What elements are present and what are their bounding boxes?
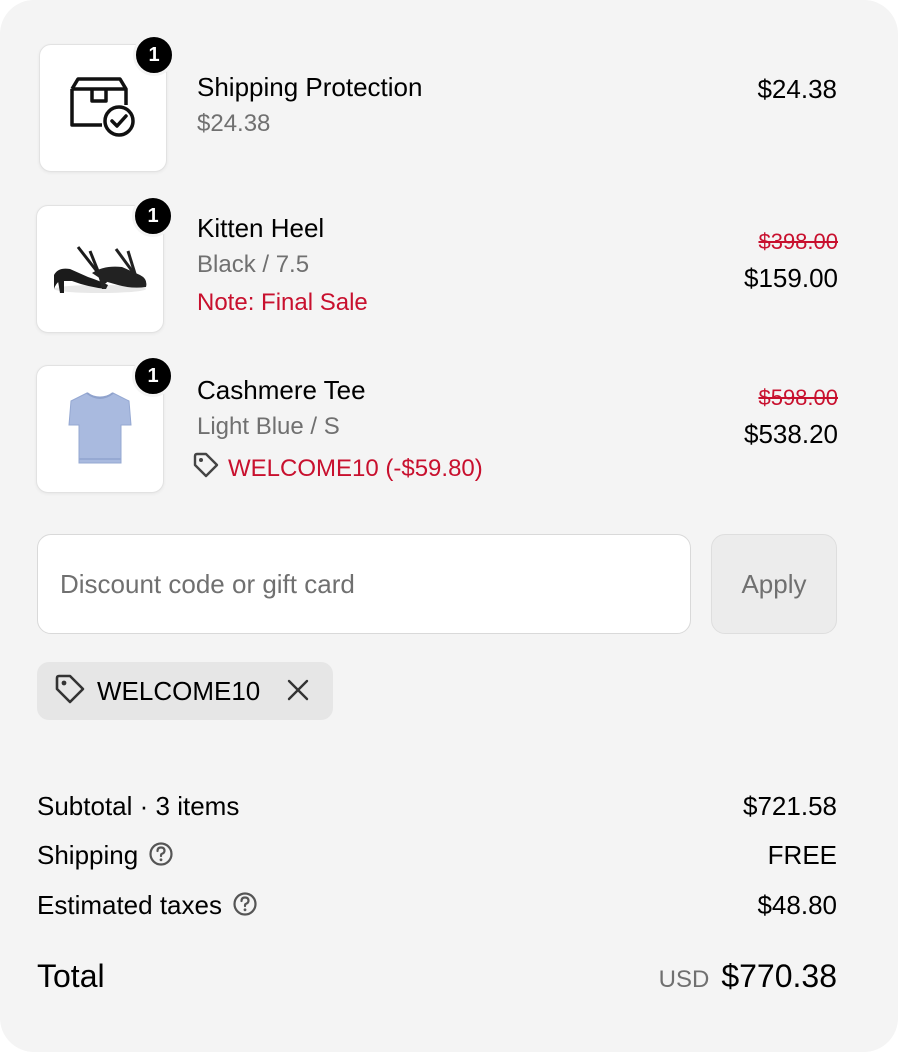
- total-label: Total: [37, 958, 105, 994]
- help-circle-icon: [148, 841, 174, 870]
- item-title: Cashmere Tee: [197, 375, 366, 405]
- item-subtitle: Black / 7.5: [197, 251, 310, 278]
- total-amount-group: USD $770.38: [659, 958, 837, 995]
- remove-discount-button[interactable]: [284, 677, 312, 705]
- quantity-badge: 1: [132, 195, 174, 237]
- shipping-label-group: Shipping: [37, 840, 174, 871]
- shipping-value: FREE: [767, 840, 837, 870]
- subtotal-value: $721.58: [743, 791, 837, 821]
- light-blue-tee-image: [65, 389, 135, 470]
- item-title: Kitten Heel: [197, 213, 325, 243]
- applied-discount-code: WELCOME10: [97, 675, 261, 706]
- total-value: $770.38: [721, 958, 837, 994]
- help-circle-icon: [232, 891, 258, 920]
- item-discount-line: WELCOME10 (-$59.80): [192, 451, 483, 486]
- discount-code-input[interactable]: [37, 534, 691, 634]
- taxes-label: Estimated taxes: [37, 890, 222, 920]
- quantity-badge: 1: [133, 34, 175, 76]
- final-sale-note: Note: Final Sale: [197, 289, 368, 316]
- tag-icon: [192, 451, 220, 486]
- taxes-label-group: Estimated taxes: [37, 890, 258, 921]
- shipping-label: Shipping: [37, 840, 139, 870]
- heel-sandal-image: [48, 237, 152, 302]
- item-price: $159.00: [744, 263, 838, 293]
- shipping-row: Shipping FREE: [37, 840, 837, 876]
- order-summary-panel: 1 Shipping Protection $24.38 $24.38 1 Ki…: [0, 0, 898, 1052]
- shipping-help-button[interactable]: [148, 841, 174, 870]
- tag-icon: [53, 672, 87, 711]
- taxes-row: Estimated taxes $48.80: [37, 890, 837, 926]
- subtotal-label: Subtotal · 3 items: [37, 791, 240, 821]
- item-price: $24.38: [757, 74, 837, 104]
- total-currency: USD: [658, 966, 710, 993]
- item-original-price: $398.00: [758, 229, 838, 254]
- apply-discount-button[interactable]: Apply: [711, 534, 837, 634]
- line-item-shipping-protection: 1 Shipping Protection $24.38 $24.38: [36, 34, 842, 172]
- line-item-kitten-heel: 1 Kitten Heel Black / 7.5 Note: Final Sa…: [36, 195, 842, 333]
- taxes-help-button[interactable]: [232, 891, 258, 920]
- item-subtitle: $24.38: [197, 110, 271, 137]
- item-price: $538.20: [744, 419, 838, 449]
- item-discount-text: WELCOME10 (-$59.80): [228, 454, 483, 482]
- applied-discount-chip: WELCOME10: [37, 662, 333, 720]
- item-subtitle: Light Blue / S: [197, 413, 340, 440]
- quantity-badge: 1: [132, 355, 174, 397]
- close-icon: [286, 678, 310, 705]
- item-original-price: $598.00: [758, 385, 838, 410]
- subtotal-row: Subtotal · 3 items $721.58: [37, 791, 837, 827]
- line-item-cashmere-tee: 1 Cashmere Tee Light Blue / S WELCOME10 …: [36, 355, 842, 493]
- item-title: Shipping Protection: [197, 72, 423, 102]
- package-check-icon: [68, 75, 138, 142]
- taxes-value: $48.80: [757, 890, 837, 920]
